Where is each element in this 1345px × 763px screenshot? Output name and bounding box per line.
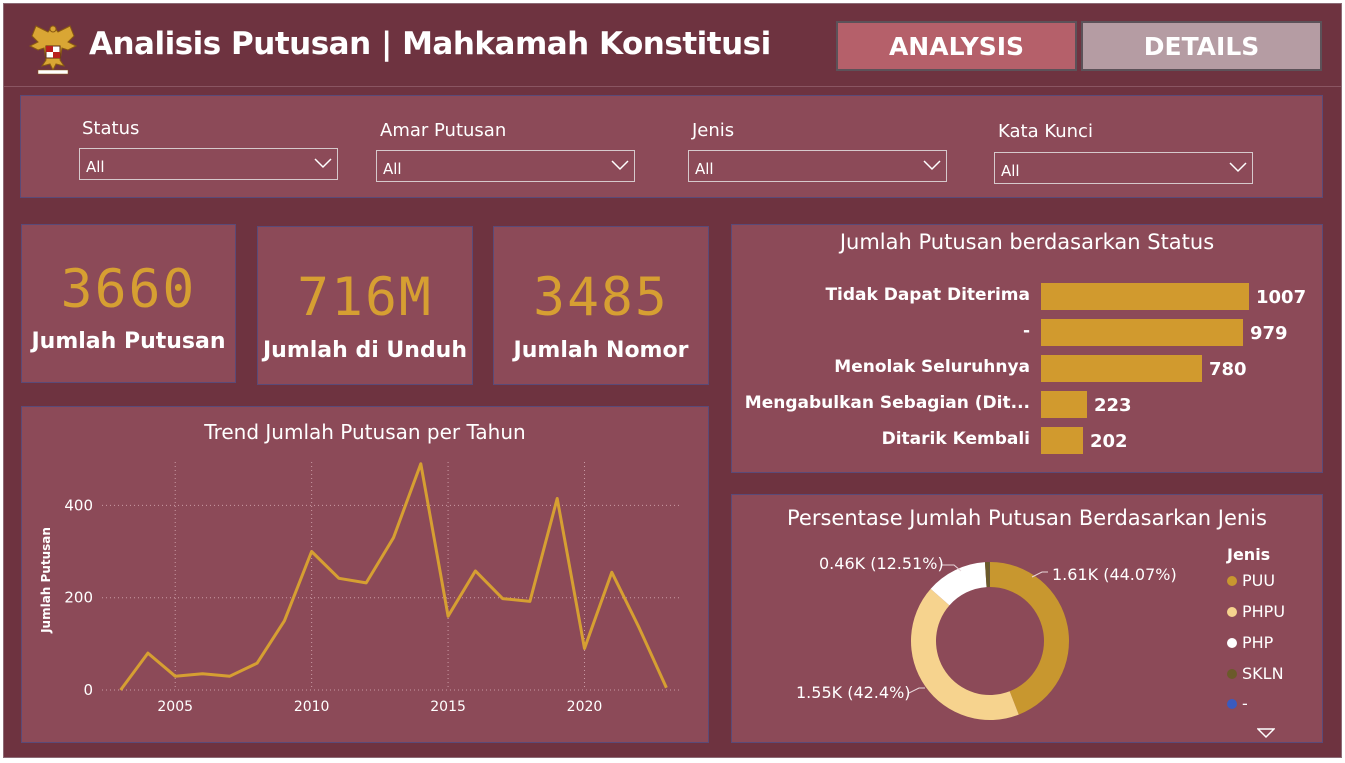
bar-data-label: 979: [1250, 323, 1288, 344]
x-tick-label: 2010: [294, 699, 330, 715]
bar-category-label: Mengabulkan Sebagian (Dit...: [744, 393, 1030, 413]
kpi-card-jumlah-putusan: 3660 Jumlah Putusan: [21, 224, 236, 383]
legend-label: PHPU: [1242, 602, 1286, 621]
status-bar[interactable]: [1041, 355, 1202, 382]
kpi-value: 3485: [533, 267, 669, 328]
kata-kunci-filter-value: All: [1001, 162, 1020, 180]
legend-swatch: [1227, 699, 1237, 709]
amar-putusan-filter-dropdown[interactable]: All: [376, 150, 635, 182]
chevron-down-icon: [314, 158, 332, 169]
kpi-card-jumlah-diunduh: 716M Jumlah di Unduh: [257, 226, 473, 385]
legend-label: PUU: [1242, 571, 1276, 590]
legend-swatch: [1227, 669, 1237, 679]
status-chart-title: Jumlah Putusan berdasarkan Status: [839, 230, 1215, 254]
trend-line-chart: 2005 2010 2015 2020 0 200 400 Jumlah Putusan: [39, 462, 680, 715]
trend-series-line: [119, 462, 668, 691]
dashboard-canvas: Analisis Putusan | Mahkamah Konstitusi A…: [3, 3, 1342, 758]
y-axis-label: Jumlah Putusan: [39, 527, 53, 634]
kpi-value: 716M: [297, 267, 433, 328]
donut-data-label: 0.46K (12.51%): [819, 554, 944, 573]
donut-slice-puu: [990, 562, 1069, 715]
y-tick-label: 200: [64, 589, 93, 607]
legend-label: PHP: [1242, 633, 1274, 652]
chevron-down-icon: [1229, 162, 1247, 173]
kpi-label: Jumlah Nomor: [513, 338, 689, 363]
x-tick-label: 2005: [157, 699, 193, 715]
chevron-down-icon: [611, 160, 629, 171]
label-leader-line: [908, 687, 925, 694]
y-tick-label: 400: [64, 496, 93, 514]
status-bar[interactable]: [1041, 391, 1087, 418]
bar-category-label: Tidak Dapat Diterima: [825, 285, 1030, 305]
amar-putusan-filter-label: Amar Putusan: [380, 120, 507, 141]
status-bar[interactable]: [1041, 283, 1249, 310]
filter-panel: Status All Amar Putusan All Jenis All Ka…: [20, 95, 1323, 198]
legend-swatch: [1227, 576, 1237, 586]
kpi-label: Jumlah di Unduh: [262, 338, 468, 363]
bar-category-label: Ditarik Kembali: [881, 429, 1030, 449]
chevron-down-icon: [923, 160, 941, 171]
legend-scroll-down-icon[interactable]: [1257, 727, 1275, 739]
bar-data-label: 1007: [1256, 287, 1307, 308]
kpi-value: 3660: [60, 259, 197, 320]
donut-data-label: 1.61K (44.07%): [1052, 565, 1177, 584]
bar-data-label: 202: [1090, 431, 1128, 452]
legend-item[interactable]: PUU: [1227, 571, 1275, 590]
legend-swatch: [1227, 607, 1237, 617]
kpi-label: Jumlah Putusan: [31, 329, 226, 354]
status-bar[interactable]: [1041, 319, 1243, 346]
donut-slice-phpu: [910, 588, 1019, 720]
bar-data-label: 223: [1094, 395, 1132, 416]
kata-kunci-filter-dropdown[interactable]: All: [994, 152, 1253, 184]
legend-label: SKLN: [1242, 664, 1284, 683]
legend-item[interactable]: PHPU: [1227, 602, 1285, 621]
jenis-filter-value: All: [695, 160, 714, 178]
status-filter-dropdown[interactable]: All: [79, 148, 338, 180]
garuda-emblem-icon: [28, 25, 78, 75]
details-nav-button[interactable]: DETAILS: [1081, 21, 1322, 71]
jenis-filter-dropdown[interactable]: All: [688, 150, 947, 182]
amar-putusan-filter-value: All: [383, 160, 402, 178]
status-filter-value: All: [86, 158, 105, 176]
trend-line-chart-panel: Trend Jumlah Putusan per Tahun 2005 2010 2…: [21, 406, 709, 743]
bar-category-label: -: [1022, 321, 1030, 341]
legend-title: Jenis: [1227, 545, 1271, 564]
legend-swatch: [1227, 638, 1237, 648]
analysis-nav-button[interactable]: ANALYSIS: [836, 21, 1077, 71]
legend-item[interactable]: SKLN: [1227, 664, 1284, 683]
status-filter-label: Status: [82, 118, 140, 139]
bar-category-label: Menolak Seluruhnya: [834, 357, 1030, 377]
donut-data-label: 1.55K (42.4%): [796, 683, 911, 702]
legend-item[interactable]: -: [1227, 694, 1248, 713]
kata-kunci-filter-label: Kata Kunci: [998, 121, 1093, 142]
legend-label: -: [1242, 694, 1248, 713]
bar-data-label: 780: [1209, 359, 1247, 380]
header-divider: [4, 86, 1341, 87]
jenis-filter-label: Jenis: [692, 120, 735, 141]
page-title: Analisis Putusan | Mahkamah Konstitusi: [89, 26, 771, 62]
jenis-donut-chart-panel: Persentase Jumlah Putusan Berdasarkan Je…: [731, 494, 1323, 743]
status-bar-chart-panel: Jumlah Putusan berdasarkan Status Tidak …: [731, 224, 1323, 473]
legend-item[interactable]: PHP: [1227, 633, 1273, 652]
x-tick-label: 2020: [567, 699, 603, 715]
x-tick-label: 2015: [430, 699, 466, 715]
y-tick-label: 0: [83, 681, 93, 699]
kpi-card-jumlah-nomor: 3485 Jumlah Nomor: [493, 226, 709, 385]
status-bar[interactable]: [1041, 427, 1083, 454]
label-leader-line: [1031, 571, 1048, 578]
